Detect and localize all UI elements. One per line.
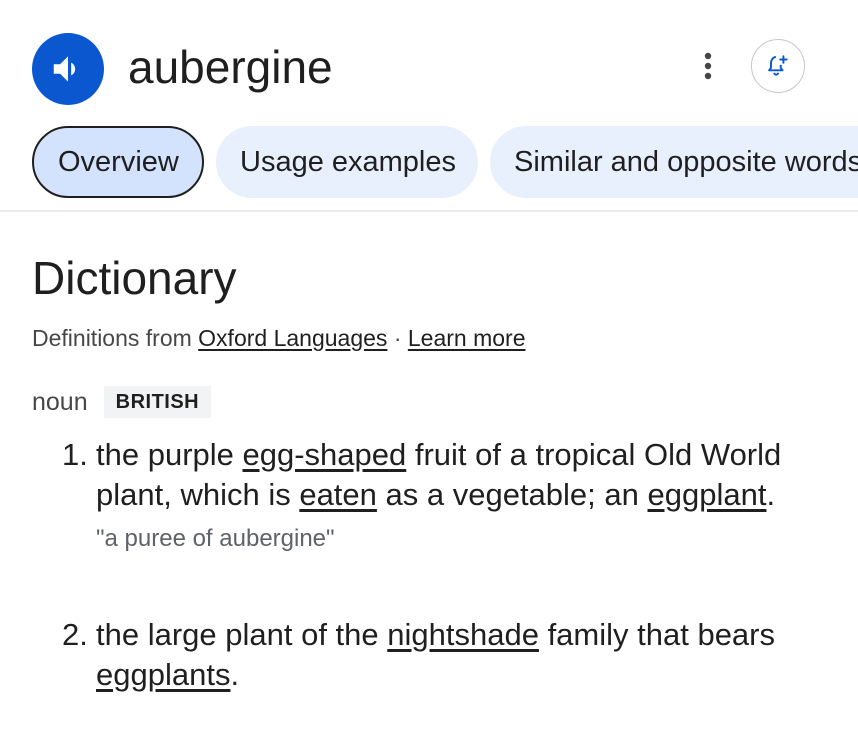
definition-link[interactable]: egg-shaped — [243, 437, 407, 472]
tab-overview[interactable]: Overview — [32, 126, 204, 198]
pronounce-button[interactable] — [32, 33, 104, 105]
source-prefix: Definitions from — [32, 325, 192, 351]
word-header: aubergine — [0, 0, 858, 130]
definition-example: "a puree of aubergine" — [96, 525, 335, 552]
separator: · — [393, 325, 402, 351]
add-alert-icon — [768, 55, 788, 76]
more-options-button[interactable] — [688, 44, 728, 88]
oxford-languages-link[interactable]: Oxford Languages — [198, 325, 387, 351]
headword: aubergine — [128, 41, 333, 93]
definition-link[interactable]: nightshade — [387, 617, 539, 652]
tab-usage-examples[interactable]: Usage examples — [216, 126, 478, 198]
definition-text: the purple egg-shaped fruit of a tropica… — [96, 435, 822, 515]
definition-number: 1. — [62, 437, 88, 472]
definition-link[interactable]: eaten — [299, 477, 377, 512]
more-vert-icon — [704, 52, 712, 80]
add-alert-button[interactable] — [751, 39, 805, 93]
speaker-icon — [53, 56, 76, 82]
definition-text: the large plant of the nightshade family… — [96, 615, 822, 695]
tab-label: Similar and opposite words — [514, 145, 858, 178]
definition-run: the purple — [96, 437, 243, 472]
definition-run: family that bears — [538, 617, 775, 652]
definition-run: as a vegetable; an — [376, 477, 648, 512]
region-badge: BRITISH — [103, 386, 212, 418]
section-title: Dictionary — [32, 252, 237, 304]
definition-link[interactable]: eggplants — [96, 657, 230, 692]
definition-run: the large plant of the — [96, 617, 388, 652]
tab-similar-opposite-words[interactable]: Similar and opposite words — [490, 126, 858, 198]
definition-run: . — [230, 657, 240, 692]
learn-more-link[interactable]: Learn more — [408, 325, 526, 351]
definition-item: 1. the purple egg-shaped fruit of a trop… — [62, 435, 822, 555]
definition-number: 2. — [62, 617, 88, 652]
definition-item: 2. the large plant of the nightshade fam… — [62, 615, 822, 695]
definition-run: . — [766, 477, 776, 512]
part-of-speech: noun — [32, 387, 88, 416]
tab-bar: Overview Usage examples Similar and oppo… — [0, 126, 858, 198]
tab-label: Overview — [58, 145, 179, 178]
definition-link[interactable]: eggplant — [648, 477, 767, 512]
divider — [0, 210, 858, 212]
part-of-speech-row: noun BRITISH — [32, 386, 212, 418]
definition-source: Definitions from Oxford Languages · Lear… — [32, 322, 526, 354]
tab-label: Usage examples — [240, 145, 456, 178]
